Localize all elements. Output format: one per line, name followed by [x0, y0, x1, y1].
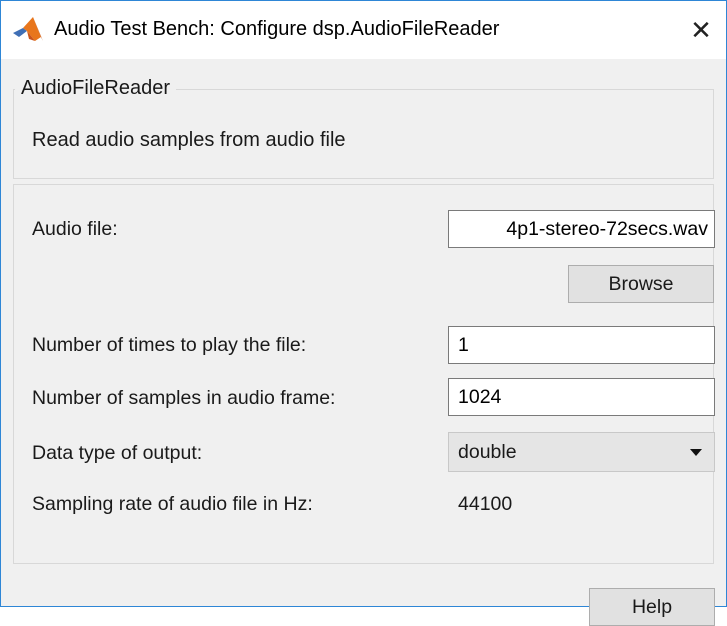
audio-file-label: Audio file: — [32, 218, 118, 240]
sample-rate-label: Sampling rate of audio file in Hz: — [32, 493, 313, 515]
window-title: Audio Test Bench: Configure dsp.AudioFil… — [54, 18, 500, 40]
audio-file-input[interactable] — [448, 210, 715, 248]
close-icon: ✕ — [690, 14, 712, 45]
output-type-label: Data type of output: — [32, 442, 203, 464]
play-count-label: Number of times to play the file: — [32, 334, 307, 356]
close-button[interactable]: ✕ — [676, 1, 726, 59]
play-count-input[interactable] — [448, 326, 715, 364]
help-button[interactable]: Help — [589, 588, 715, 626]
output-type-value: double — [458, 440, 517, 463]
sample-rate-value: 44100 — [458, 493, 513, 515]
description-panel-legend: AudioFileReader — [15, 77, 176, 100]
browse-button[interactable]: Browse — [568, 265, 714, 303]
dialog-window: Audio Test Bench: Configure dsp.AudioFil… — [0, 0, 727, 626]
output-type-select[interactable]: double — [448, 432, 715, 472]
browse-button-label: Browse — [608, 272, 674, 295]
description-text: Read audio samples from audio file — [32, 129, 346, 151]
frame-size-label: Number of samples in audio frame: — [32, 387, 336, 409]
help-button-label: Help — [631, 595, 673, 618]
chevron-down-icon — [690, 449, 702, 456]
title-bar[interactable]: Audio Test Bench: Configure dsp.AudioFil… — [1, 1, 726, 59]
frame-size-input[interactable] — [448, 378, 715, 416]
matlab-logo-icon — [13, 17, 43, 43]
